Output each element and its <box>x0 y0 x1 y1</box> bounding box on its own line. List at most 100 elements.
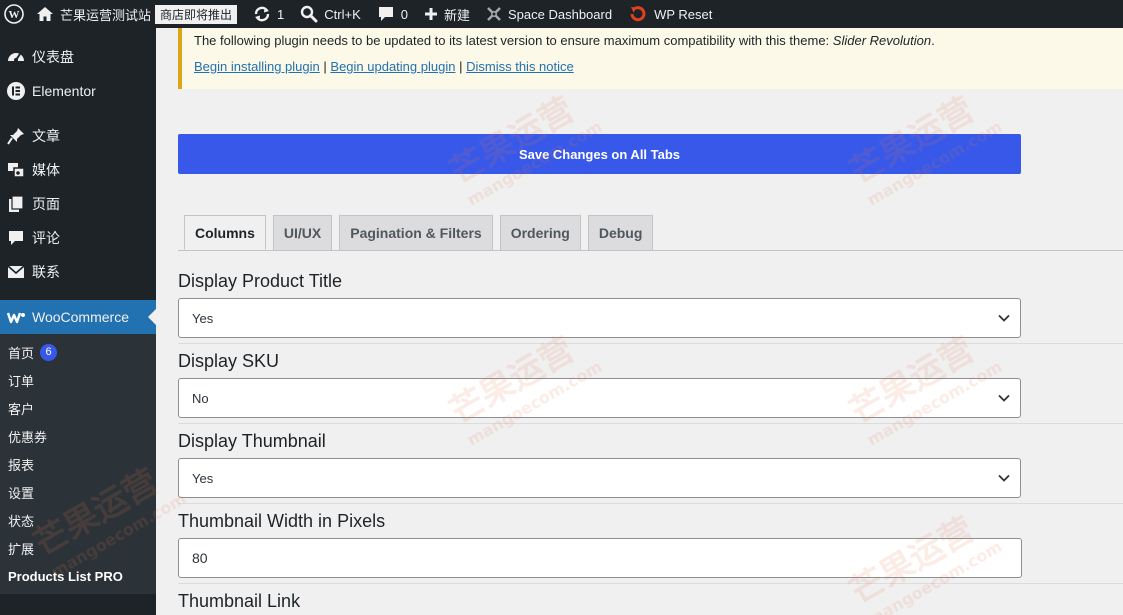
field-label: Display Thumbnail <box>178 431 326 451</box>
sidebar-item-dashboard[interactable]: 仪表盘 <box>0 40 156 74</box>
wp-reset-icon <box>630 6 646 22</box>
comment-icon <box>378 7 393 21</box>
notification-badge: 6 <box>40 343 58 361</box>
search-shortcut: Ctrl+K <box>324 6 361 22</box>
notice-text: The following plugin needs to be updated… <box>194 33 833 48</box>
svg-text:W: W <box>9 9 20 21</box>
plus-icon <box>424 8 437 20</box>
thumbnail-width-input[interactable] <box>178 538 1022 578</box>
sidebar-item-label: Elementor <box>32 83 96 99</box>
woocommerce-icon <box>6 307 26 327</box>
space-dashboard-label: Space Dashboard <box>508 6 613 22</box>
comment-icon <box>6 228 26 248</box>
submenu-item-label: 状态 <box>8 513 35 529</box>
submenu-item-customers[interactable]: 客户 <box>0 394 156 422</box>
site-name-link[interactable]: 芒果运营测试站 商店即将推出 <box>28 0 245 28</box>
settings-tabs: Columns UI/UX Pagination & Filters Order… <box>184 215 660 250</box>
mail-icon <box>6 262 26 282</box>
sidebar-item-comments[interactable]: 评论 <box>0 221 156 255</box>
admin-sidebar: 仪表盘 Elementor 文章 媒体 页面 评论 联系 WooCommerce… <box>0 28 156 615</box>
wordpress-logo-button[interactable]: W <box>0 0 28 28</box>
display-product-title-select[interactable]: Yes <box>178 298 1021 338</box>
submenu-item-label: 优惠券 <box>8 429 48 445</box>
sidebar-item-label: 文章 <box>32 128 60 144</box>
begin-updating-link[interactable]: Begin updating plugin <box>330 59 455 74</box>
chevron-down-icon <box>998 314 1010 322</box>
submenu-item-label: 首页 <box>8 345 35 361</box>
submenu-item-label: 设置 <box>8 485 35 501</box>
submenu-item-home[interactable]: 首页 6 <box>0 338 156 366</box>
chevron-down-icon <box>998 474 1010 482</box>
submenu-item-reports[interactable]: 报表 <box>0 450 156 478</box>
sidebar-item-contact[interactable]: 联系 <box>0 255 156 289</box>
store-coming-soon-badge[interactable]: 商店即将推出 <box>155 4 238 24</box>
display-thumbnail-select[interactable]: Yes <box>178 458 1021 498</box>
link-separator: | <box>323 59 327 74</box>
field-divider <box>178 583 1123 584</box>
tab-columns[interactable]: Columns <box>184 215 266 250</box>
new-label: 新建 <box>443 7 470 23</box>
link-separator: | <box>459 59 463 74</box>
notice-plugin-name: Slider Revolution <box>832 33 932 48</box>
submenu-item-settings[interactable]: 设置 <box>0 478 156 506</box>
field-label: Display Product Title <box>178 271 343 291</box>
pin-icon <box>6 126 26 146</box>
updates-button[interactable]: 1 <box>245 0 292 28</box>
field-display-thumbnail: Display Thumbnail Yes <box>178 429 1123 498</box>
sidebar-item-label: 评论 <box>32 230 60 246</box>
search-icon <box>301 5 318 23</box>
plugin-update-notice: The following plugin needs to be updated… <box>178 28 1123 89</box>
home-icon <box>37 7 53 21</box>
main-content: The following plugin needs to be updated… <box>156 28 1123 615</box>
save-all-tabs-button[interactable]: Save Changes on All Tabs <box>178 134 1021 174</box>
sidebar-item-woocommerce[interactable]: WooCommerce <box>0 300 156 334</box>
sidebar-item-posts[interactable]: 文章 <box>0 119 156 153</box>
media-icon <box>6 160 26 180</box>
tab-ui-ux[interactable]: UI/UX <box>272 215 333 250</box>
field-label: Display SKU <box>178 351 280 371</box>
select-value: No <box>192 390 209 406</box>
submenu-item-label: 客户 <box>8 401 35 417</box>
chevron-down-icon <box>998 394 1010 402</box>
wp-reset-link[interactable]: WP Reset <box>620 0 720 28</box>
wp-reset-label: WP Reset <box>654 6 713 22</box>
begin-installing-link[interactable]: Begin installing plugin <box>194 59 320 74</box>
pages-icon <box>6 194 26 214</box>
comments-button[interactable]: 0 <box>369 0 416 28</box>
notice-links: Begin installing plugin | Begin updating… <box>194 58 1111 76</box>
sidebar-item-label: 媒体 <box>32 162 60 178</box>
updates-icon <box>254 6 270 22</box>
dismiss-notice-link[interactable]: Dismiss this notice <box>466 59 574 74</box>
elementor-icon <box>6 81 26 101</box>
sidebar-item-pages[interactable]: 页面 <box>0 187 156 221</box>
submenu-item-status[interactable]: 状态 <box>0 506 156 534</box>
submenu-item-label: 订单 <box>8 373 35 389</box>
notice-text-end: . <box>931 33 935 48</box>
updates-count: 1 <box>277 6 285 22</box>
submenu-item-orders[interactable]: 订单 <box>0 366 156 394</box>
sidebar-item-media[interactable]: 媒体 <box>0 153 156 187</box>
sidebar-item-elementor[interactable]: Elementor <box>0 74 156 108</box>
field-display-product-title: Display Product Title Yes <box>178 269 1123 338</box>
notice-message: The following plugin needs to be updated… <box>194 32 1111 50</box>
submenu-item-label: 报表 <box>8 457 35 473</box>
display-sku-select[interactable]: No <box>178 378 1021 418</box>
tab-ordering[interactable]: Ordering <box>499 215 581 250</box>
select-value: Yes <box>192 470 214 486</box>
space-dashboard-icon <box>487 7 501 21</box>
submenu-item-products-list-pro[interactable]: Products List PRO <box>0 562 156 590</box>
command-search-button[interactable]: Ctrl+K <box>292 0 368 28</box>
tab-pagination-filters[interactable]: Pagination & Filters <box>339 215 493 250</box>
field-label: Thumbnail Width in Pixels <box>178 511 386 531</box>
submenu-item-coupons[interactable]: 优惠券 <box>0 422 156 450</box>
field-display-sku: Display SKU No <box>178 349 1123 418</box>
woocommerce-submenu: 首页 6 订单 客户 优惠券 报表 设置 状态 扩展 Products List… <box>0 334 156 594</box>
admin-bar: W 芒果运营测试站 商店即将推出 1 Ctrl+K 0 新建 Space Das… <box>0 0 1123 28</box>
space-dashboard-link[interactable]: Space Dashboard <box>478 0 620 28</box>
tab-debug[interactable]: Debug <box>587 215 654 250</box>
submenu-item-extensions[interactable]: 扩展 <box>0 534 156 562</box>
sidebar-item-label: 联系 <box>32 264 60 280</box>
sidebar-item-label: WooCommerce <box>32 309 129 325</box>
field-divider <box>178 343 1123 344</box>
new-content-button[interactable]: 新建 <box>416 0 478 28</box>
